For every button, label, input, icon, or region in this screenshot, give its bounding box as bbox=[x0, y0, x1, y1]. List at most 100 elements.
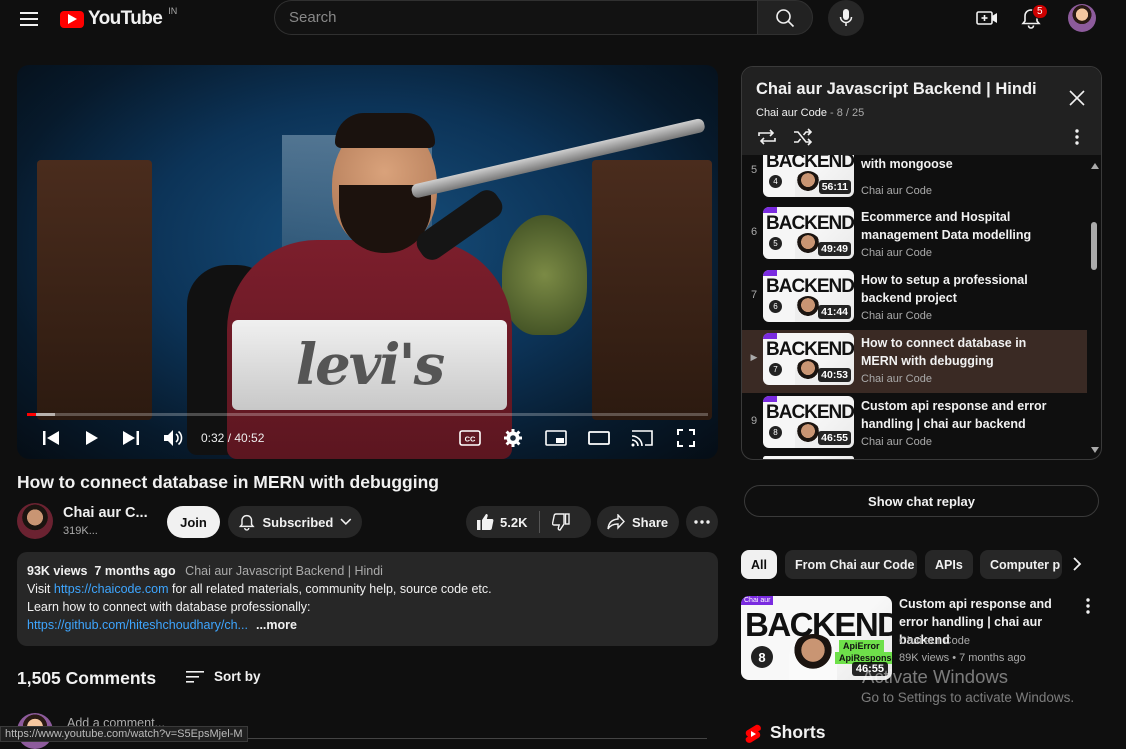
thumbs-down-icon[interactable] bbox=[552, 513, 571, 531]
playlist-scrollbar[interactable] bbox=[1088, 155, 1101, 459]
playlist-item[interactable]: 6 BACKEND 5 49:49 Ecommerce and Hospital… bbox=[742, 204, 1087, 267]
like-dislike-group[interactable]: 5.2K bbox=[466, 506, 591, 538]
fullscreen-icon bbox=[677, 429, 695, 447]
windows-activation-watermark-text: Go to Settings to activate Windows. bbox=[861, 690, 1075, 705]
playlist-link[interactable]: Chai aur Javascript Backend | Hindi bbox=[185, 564, 383, 578]
description-text: for all related materials, community hel… bbox=[168, 582, 492, 596]
youtube-logo[interactable]: YouTube IN bbox=[60, 6, 178, 30]
subtitles-button[interactable]: CC bbox=[458, 427, 482, 449]
playlist-item[interactable]: 9 BACKEND 8 46:55 Custom api response an… bbox=[742, 393, 1087, 456]
thumbnail-tag: Chai aur bbox=[741, 596, 774, 605]
playlist-scroll-thumb[interactable] bbox=[1091, 222, 1097, 270]
previous-button[interactable] bbox=[41, 427, 61, 449]
channel-avatar[interactable] bbox=[17, 503, 53, 539]
thumbs-up-icon[interactable] bbox=[476, 513, 494, 531]
channel-name[interactable]: Chai aur C... bbox=[63, 505, 148, 521]
shuffle-icon bbox=[794, 128, 813, 146]
playlist-menu-button[interactable] bbox=[1075, 129, 1079, 145]
playlist-item-channel: Chai aur Code bbox=[861, 310, 932, 322]
recommended-video-channel[interactable]: Chai aur Code bbox=[899, 635, 970, 647]
thumbnail-face bbox=[795, 171, 821, 197]
github-link[interactable]: https://github.com/hiteshchoudhary/ch... bbox=[27, 618, 248, 632]
playlist-item-current[interactable]: ▶ BACKEND 7 40:53 How to connect databas… bbox=[742, 330, 1087, 393]
recommended-video-meta: 89K views • 7 months ago bbox=[899, 652, 1026, 664]
thumbnail-face bbox=[795, 359, 821, 385]
playlist-item-index: 7 bbox=[750, 289, 758, 301]
chaicode-link[interactable]: https://chaicode.com bbox=[54, 582, 169, 596]
voice-search-button[interactable] bbox=[828, 0, 864, 36]
scroll-down-arrow-icon[interactable] bbox=[1091, 447, 1099, 453]
next-button[interactable] bbox=[121, 427, 141, 449]
sort-icon bbox=[186, 670, 204, 683]
chip-from-chai-aur-code[interactable]: From Chai aur Code bbox=[785, 550, 917, 579]
playlist-item-index: 9 bbox=[750, 415, 758, 427]
search-input[interactable] bbox=[289, 9, 743, 26]
progress-bar[interactable] bbox=[27, 413, 708, 416]
play-button[interactable] bbox=[82, 427, 102, 449]
more-vertical-icon bbox=[1086, 598, 1090, 614]
country-code: IN bbox=[168, 6, 178, 16]
more-horizontal-icon bbox=[694, 520, 710, 524]
cast-button[interactable] bbox=[630, 427, 654, 449]
playlist-item-thumbnail: BACKEND 4 56:11 bbox=[763, 155, 854, 197]
thumbnail-text: BACKEND bbox=[766, 276, 854, 297]
show-chat-replay-button[interactable]: Show chat replay bbox=[744, 485, 1099, 517]
status-bar-url: https://www.youtube.com/watch?v=S5EpsMje… bbox=[0, 726, 248, 742]
cast-icon bbox=[631, 430, 653, 447]
search-button[interactable] bbox=[757, 0, 813, 35]
loop-icon bbox=[758, 129, 776, 145]
logo-wordmark: YouTube bbox=[88, 8, 163, 29]
shorts-icon bbox=[744, 724, 762, 744]
volume-icon bbox=[164, 430, 183, 446]
settings-button[interactable] bbox=[502, 427, 524, 449]
playlist-item[interactable]: 7 BACKEND 6 41:44 How to setup a profess… bbox=[742, 267, 1087, 330]
notification-count-badge: 5 bbox=[1032, 4, 1048, 19]
create-video-icon[interactable] bbox=[976, 7, 998, 29]
chip-all[interactable]: All bbox=[741, 550, 777, 579]
playlist-owner[interactable]: Chai aur Code bbox=[756, 107, 827, 119]
video-duration: 40:53 bbox=[818, 368, 851, 382]
playlist-item-channel: Chai aur Code bbox=[861, 185, 932, 197]
fullscreen-button[interactable] bbox=[675, 427, 697, 449]
chips-next-button[interactable] bbox=[1072, 556, 1082, 572]
join-button[interactable]: Join bbox=[167, 506, 220, 538]
chip-computer-programming[interactable]: Computer p bbox=[980, 550, 1062, 579]
video-title: How to connect database in MERN with deb… bbox=[17, 472, 439, 492]
playlist-item-index: 5 bbox=[750, 164, 758, 176]
menu-icon[interactable] bbox=[18, 8, 40, 30]
chip-apis[interactable]: APIs bbox=[925, 550, 973, 579]
sort-comments-button[interactable]: Sort by bbox=[186, 669, 261, 684]
video-frame-bookshelf bbox=[592, 160, 712, 420]
recommended-video-menu-button[interactable] bbox=[1086, 598, 1090, 614]
thumbnail-text: BACKEND bbox=[766, 402, 854, 423]
more-actions-button[interactable] bbox=[686, 506, 718, 538]
description-line: https://github.com/hiteshchoudhary/ch...… bbox=[27, 616, 708, 634]
playlist-panel: Chai aur Javascript Backend | Hindi Chai… bbox=[741, 66, 1102, 460]
playlist-item-title: Custom api response and error handling |… bbox=[861, 399, 1047, 431]
loop-playlist-button[interactable] bbox=[756, 128, 778, 146]
playlist-item-thumbnail-partial bbox=[763, 456, 854, 459]
scroll-up-arrow-icon[interactable] bbox=[1091, 163, 1099, 169]
description-box[interactable]: 93K views 7 months ago Chai aur Javascri… bbox=[17, 552, 718, 646]
playlist-item-title: How to connect database in MERN with deb… bbox=[861, 336, 1027, 368]
thumbnail-episode-number: 7 bbox=[769, 363, 782, 376]
close-playlist-button[interactable] bbox=[1068, 89, 1086, 107]
account-avatar[interactable] bbox=[1068, 4, 1096, 32]
search-box[interactable] bbox=[274, 0, 757, 35]
playlist-title[interactable]: Chai aur Javascript Backend | Hindi bbox=[756, 80, 1037, 99]
theater-mode-button[interactable] bbox=[587, 427, 611, 449]
share-button[interactable]: Share bbox=[597, 506, 679, 538]
shuffle-playlist-button[interactable] bbox=[792, 128, 814, 146]
miniplayer-button[interactable] bbox=[544, 427, 568, 449]
playlist-item-thumbnail: BACKEND 6 41:44 bbox=[763, 270, 854, 322]
thumbnail-badge: ApiError bbox=[839, 640, 884, 652]
thumbnail-episode-number: 8 bbox=[751, 646, 773, 668]
show-more-button[interactable]: ...more bbox=[256, 618, 297, 632]
subscribed-button[interactable]: Subscribed bbox=[228, 506, 362, 538]
video-player[interactable]: levi's 0:32 / 40:52 CC bbox=[17, 65, 718, 459]
mute-button[interactable] bbox=[162, 427, 184, 449]
playlist-position: 8 / 25 bbox=[836, 107, 865, 119]
description-line: Learn how to connect with database profe… bbox=[27, 600, 311, 614]
playlist-item[interactable]: 5 BACKEND 4 56:11 with mongoose Chai aur… bbox=[742, 155, 1087, 205]
video-duration: 41:44 bbox=[818, 305, 851, 319]
